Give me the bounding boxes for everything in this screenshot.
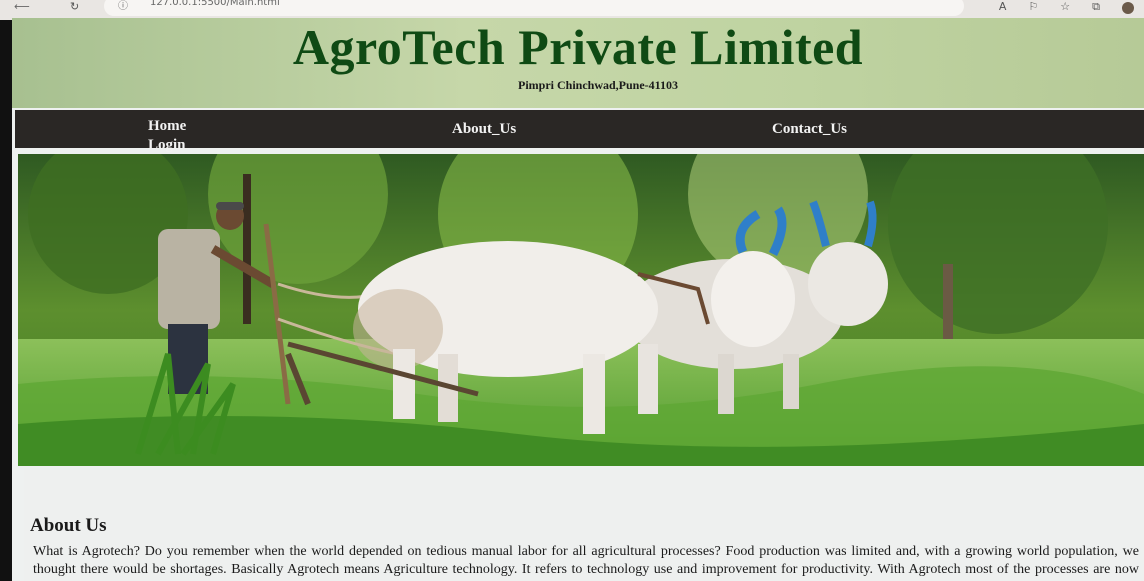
site-address: Pimpri Chinchwad,Pune-41103 xyxy=(517,78,679,92)
hero-image xyxy=(18,154,1144,466)
favorites-icon[interactable]: ☆ xyxy=(1060,0,1070,14)
read-aloud-icon[interactable]: A xyxy=(999,0,1007,14)
collections-icon[interactable]: ⧉ xyxy=(1092,0,1100,14)
tracking-icon[interactable]: ⚐ xyxy=(1028,0,1038,14)
refresh-icon[interactable]: ↻ xyxy=(70,0,79,13)
browser-toolbar: ⟵ ↻ ⓘ 127.0.0.1:5500/Main.html A ⚐ ☆ ⧉ xyxy=(0,0,1144,20)
web-page: AgroTech Private Limited Pimpri Chinchwa… xyxy=(12,18,1144,581)
back-icon[interactable]: ⟵ xyxy=(14,0,30,13)
nav-home-link[interactable]: Home xyxy=(148,118,186,135)
main-nav: Home Login About_Us Contact_Us xyxy=(15,110,1144,153)
nav-login-link[interactable]: Login xyxy=(148,137,186,154)
site-header: AgroTech Private Limited Pimpri Chinchwa… xyxy=(12,18,1144,108)
site-info-icon[interactable]: ⓘ xyxy=(118,0,128,12)
about-section: About Us What is Agrotech? Do you rememb… xyxy=(24,468,1144,581)
about-heading: About Us xyxy=(30,515,107,536)
site-title: AgroTech Private Limited xyxy=(292,19,864,75)
address-bar[interactable]: ⓘ 127.0.0.1:5500/Main.html xyxy=(104,0,964,16)
farmer-plowing-with-oxen-image xyxy=(18,154,1144,466)
nav-contact-link[interactable]: Contact_Us xyxy=(772,121,847,138)
browser-tools: A ⚐ ☆ ⧉ xyxy=(999,0,1134,14)
about-text: What is Agrotech? Do you remember when t… xyxy=(33,544,1139,581)
address-bar-text: 127.0.0.1:5500/Main.html xyxy=(150,0,280,8)
nav-about-link[interactable]: About_Us xyxy=(452,121,516,138)
profile-avatar[interactable] xyxy=(1122,2,1134,14)
